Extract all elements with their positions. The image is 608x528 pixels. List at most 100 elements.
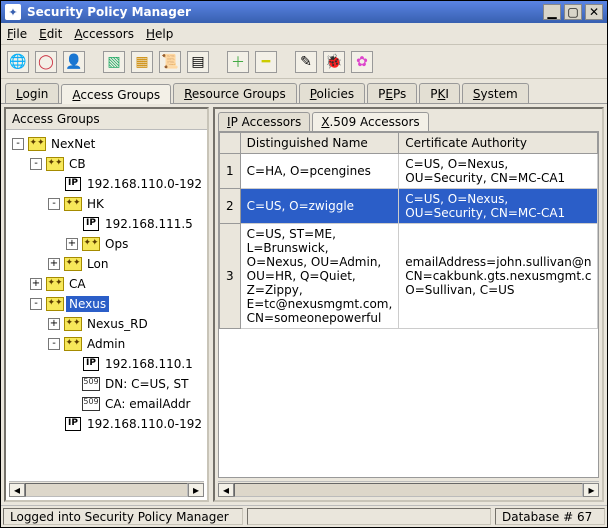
toolbar-bug-icon[interactable]: 🐞 [323, 51, 345, 73]
subtab-x509-accessors[interactable]: X.509 Accessors [312, 112, 428, 131]
tree-node-label: CA [66, 276, 89, 292]
tree-node[interactable]: +✦✦Lon [8, 254, 205, 274]
scroll-right-icon[interactable]: ▸ [188, 483, 204, 497]
toolbar-scroll-icon[interactable]: 📜 [159, 51, 181, 73]
cell-ca: emailAddress=john.sullivan@n CN=cakbunk.… [399, 224, 598, 329]
table-row[interactable]: 1C=HA, O=pcenginesC=US, O=Nexus, OU=Secu… [220, 154, 598, 189]
close-button[interactable]: ✕ [585, 4, 603, 20]
group-icon: ✦✦ [65, 257, 81, 271]
cell-ca: C=US, O=Nexus, OU=Security, CN=MC-CA1 [399, 189, 598, 224]
col-ca[interactable]: Certificate Authority [399, 133, 598, 154]
tree-node[interactable]: IP192.168.111.5 [8, 214, 205, 234]
tree-node-label: 192.168.110.1 [102, 356, 196, 372]
menu-accessors[interactable]: Accessors [74, 27, 134, 41]
system-menu-icon[interactable]: ✦ [5, 4, 21, 20]
collapse-icon[interactable]: - [12, 138, 24, 150]
group-icon: ✦✦ [65, 317, 81, 331]
table-row[interactable]: 3C=US, ST=ME, L=Brunswick, O=Nexus, OU=A… [220, 224, 598, 329]
col-rownum[interactable] [220, 133, 241, 154]
x509-icon: 509 [83, 397, 99, 411]
toolbar-box-blue-icon[interactable]: ▧ [103, 51, 125, 73]
table-scroll-right-icon[interactable]: ▸ [583, 483, 599, 497]
tab-access-groups[interactable]: Access Groups [61, 84, 171, 104]
group-icon: ✦✦ [47, 277, 63, 291]
scroll-track[interactable] [25, 483, 188, 497]
table-scroll-left-icon[interactable]: ◂ [218, 483, 234, 497]
table-row[interactable]: 2C=US, O=zwiggleC=US, O=Nexus, OU=Securi… [220, 189, 598, 224]
tree-node[interactable]: 509DN: C=US, ST [8, 374, 205, 394]
ip-icon: IP [65, 417, 81, 431]
subtab-ip-accessors[interactable]: IP Accessors [218, 112, 310, 131]
toolbar-user-icon[interactable]: 👤 [63, 51, 85, 73]
expand-icon[interactable]: + [48, 258, 60, 270]
row-number: 1 [220, 154, 241, 189]
tree-node[interactable]: -✦✦CB [8, 154, 205, 174]
toolbar-flower-icon[interactable]: ✿ [351, 51, 373, 73]
accessors-table[interactable]: Distinguished Name Certificate Authority… [219, 132, 598, 329]
collapse-icon[interactable]: - [30, 298, 42, 310]
tree-spacer [66, 378, 78, 390]
tree-node[interactable]: 509CA: emailAddr [8, 394, 205, 414]
main-tabs: Login Access Groups Resource Groups Poli… [1, 79, 607, 103]
expand-icon[interactable]: + [48, 318, 60, 330]
group-icon: ✦✦ [47, 157, 63, 171]
tree-node[interactable]: -✦✦Admin [8, 334, 205, 354]
expand-icon[interactable]: + [66, 238, 78, 250]
tree-node[interactable]: IP192.168.110.1 [8, 354, 205, 374]
tree-spacer [66, 398, 78, 410]
tab-system[interactable]: System [462, 83, 529, 103]
toolbar-plus-icon[interactable]: ＋ [227, 51, 249, 73]
maximize-button[interactable]: ▢ [564, 4, 582, 20]
menu-bar: File Edit Accessors Help [1, 23, 607, 45]
collapse-icon[interactable]: - [30, 158, 42, 170]
tree-node-label: Nexus [66, 296, 109, 312]
tree-node[interactable]: +✦✦Ops [8, 234, 205, 254]
tab-resource-groups[interactable]: Resource Groups [173, 83, 297, 103]
collapse-icon[interactable]: - [48, 198, 60, 210]
tree-node[interactable]: + ✦✦Nexus_RD [8, 314, 205, 334]
toolbar: 🌐 ◯ 👤 ▧ ▦ 📜 ▤ ＋ ━ ✎ 🐞 ✿ [1, 45, 607, 79]
minimize-button[interactable]: ▁ [543, 4, 561, 20]
tree-node-label: NexNet [48, 136, 98, 152]
tree-node[interactable]: IP192.168.110.0-192 [8, 174, 205, 194]
group-icon: ✦✦ [65, 197, 81, 211]
ip-icon: IP [83, 217, 99, 231]
table-scroll-track[interactable] [234, 483, 583, 497]
menu-help[interactable]: Help [146, 27, 173, 41]
tree-node-label: 192.168.110.0-192 [84, 416, 205, 432]
tree-hscrollbar[interactable]: ◂ ▸ [9, 481, 204, 497]
toolbar-ring-icon[interactable]: ◯ [35, 51, 57, 73]
tree-node-label: DN: C=US, ST [102, 376, 191, 392]
toolbar-minus-icon[interactable]: ━ [255, 51, 277, 73]
tree-spacer [66, 218, 78, 230]
toolbar-globe-icon[interactable]: 🌐 [7, 51, 29, 73]
menu-edit[interactable]: Edit [39, 27, 62, 41]
tab-pki[interactable]: PKI [419, 83, 460, 103]
tree-node[interactable]: IP192.168.110.0-192 [8, 414, 205, 434]
tree-node[interactable]: -✦✦Nexus [8, 294, 205, 314]
toolbar-brush-icon[interactable]: ✎ [295, 51, 317, 73]
cell-dn: C=HA, O=pcengines [240, 154, 399, 189]
scroll-left-icon[interactable]: ◂ [9, 483, 25, 497]
tab-peps[interactable]: PEPs [367, 83, 417, 103]
col-dn[interactable]: Distinguished Name [240, 133, 399, 154]
tree-node[interactable]: + ✦✦CA [8, 274, 205, 294]
tree-node-label: HK [84, 196, 107, 212]
menu-file[interactable]: File [7, 27, 27, 41]
sub-tabs: IP Accessors X.509 Accessors [215, 109, 602, 131]
group-icon: ✦✦ [29, 137, 45, 151]
collapse-icon[interactable]: - [48, 338, 60, 350]
table-hscrollbar[interactable]: ◂ ▸ [218, 481, 599, 497]
toolbar-doc-icon[interactable]: ▤ [187, 51, 209, 73]
tree-spacer [66, 358, 78, 370]
tree-panel-title: Access Groups [6, 109, 207, 130]
tree-node-label: CB [66, 156, 89, 172]
tree-node[interactable]: -✦✦NexNet [8, 134, 205, 154]
toolbar-box-gift-icon[interactable]: ▦ [131, 51, 153, 73]
tree-node-label: Nexus_RD [84, 316, 151, 332]
access-groups-tree[interactable]: -✦✦NexNet-✦✦CBIP192.168.110.0-192-✦✦HKIP… [6, 130, 207, 481]
tree-node[interactable]: -✦✦HK [8, 194, 205, 214]
tab-policies[interactable]: Policies [299, 83, 365, 103]
expand-icon[interactable]: + [30, 278, 42, 290]
tab-login[interactable]: Login [5, 83, 59, 103]
